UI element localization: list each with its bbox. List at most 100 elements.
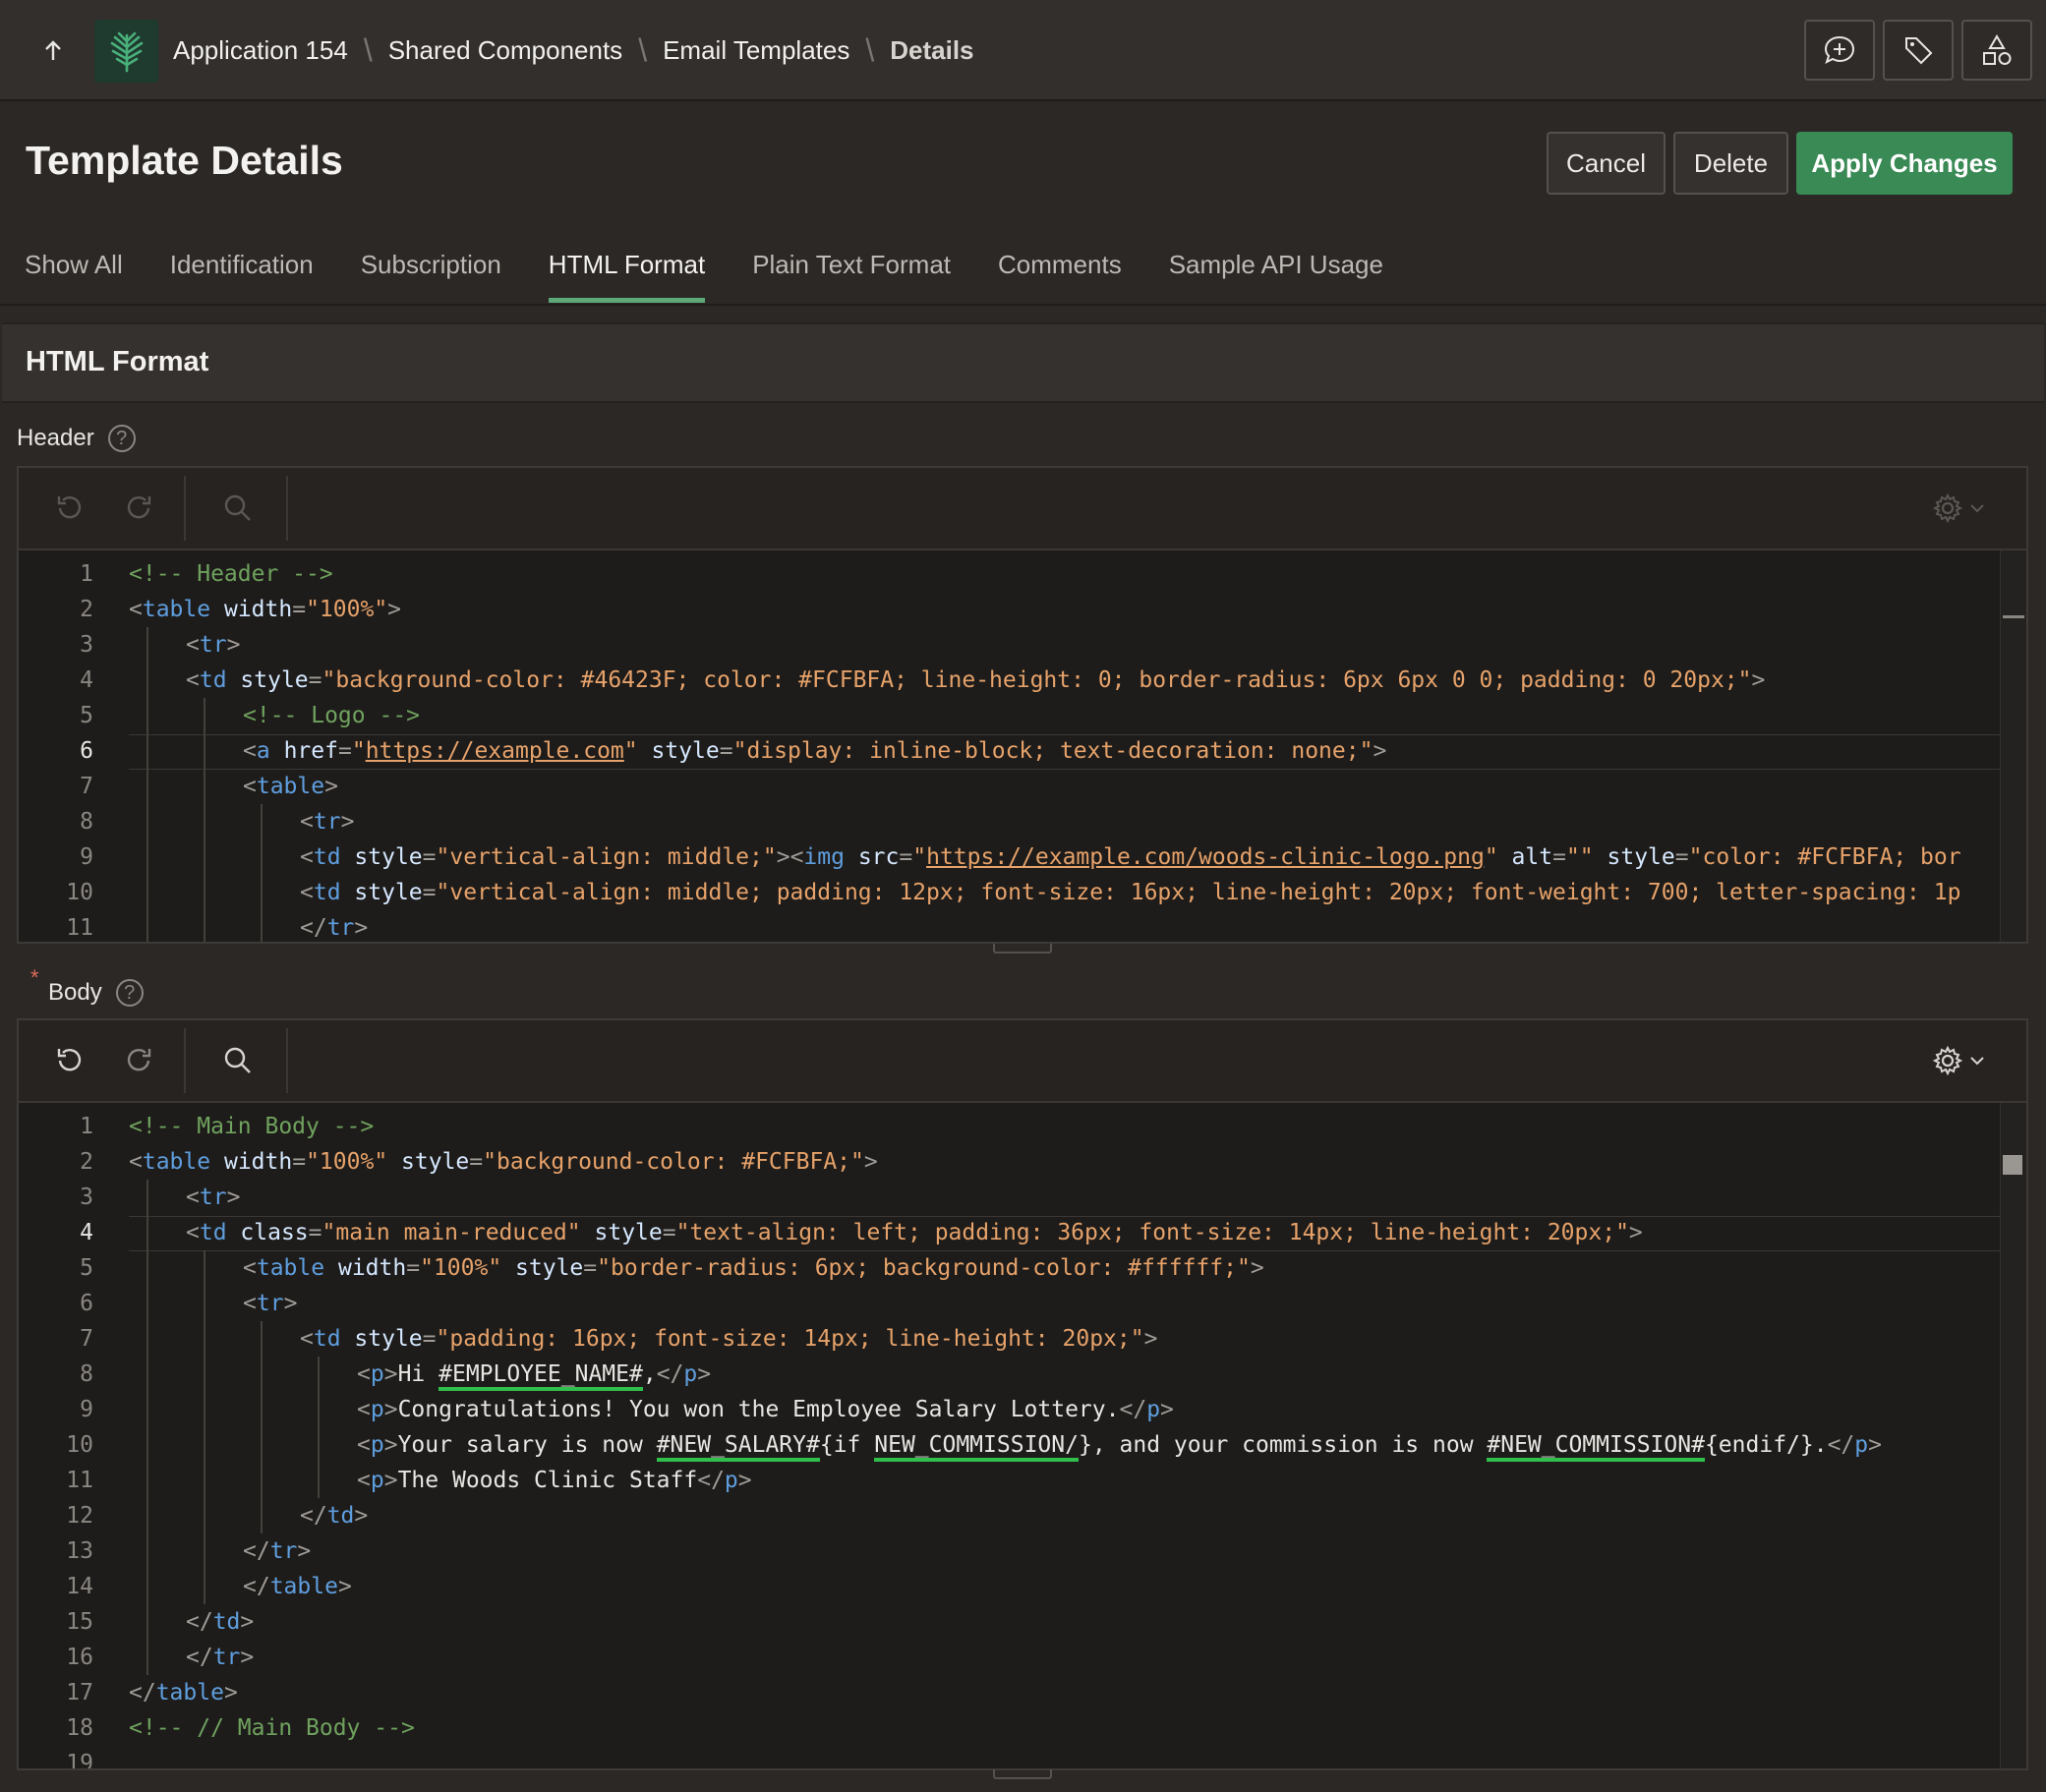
code-text: <a href="https://example.com" style="dis… (243, 733, 1386, 769)
body-code-area[interactable]: 1 <!-- Main Body --> 2 <table width="100%" … (19, 1103, 2001, 1768)
code-token: = (469, 1149, 484, 1175)
scroll-marker (2003, 615, 2024, 618)
code-token: "color: #FCFBFA; bor (1688, 844, 1961, 870)
line-number: 4 (80, 667, 93, 693)
cancel-button[interactable]: Cancel (1547, 132, 1666, 195)
header-editor-resize-handle[interactable] (993, 944, 1052, 954)
code-token: td (199, 667, 227, 693)
code-token: tr (212, 1645, 241, 1670)
line-number: 4 (80, 1220, 93, 1245)
body-editor-scrollbar[interactable] (2000, 1103, 2026, 1768)
code-token: table (155, 1680, 224, 1705)
code-token: td (313, 1326, 341, 1352)
header-editor-scrollbar[interactable] (2000, 550, 2026, 942)
header-search-button[interactable] (215, 486, 261, 531)
comment-button[interactable] (1804, 20, 1875, 81)
top-actions (1804, 20, 2032, 81)
code-token: = (292, 597, 307, 622)
indent-guide (146, 1392, 148, 1427)
code-token: " (351, 738, 366, 764)
breadcrumb-item-shared-components[interactable]: Shared Components (388, 35, 622, 66)
body-undo-button[interactable] (46, 1038, 91, 1083)
indent-guide (204, 1250, 205, 1286)
tab-subscription[interactable]: Subscription (361, 234, 501, 305)
code-token: "background-color: #46423F; color: #FCFB… (322, 667, 1752, 693)
indent-guide (204, 1286, 205, 1321)
code-token: < (186, 1185, 200, 1210)
code-token: class (240, 1220, 309, 1245)
indent-guide (146, 663, 148, 698)
header-undo-button[interactable] (46, 486, 91, 531)
tab-identification[interactable]: Identification (170, 234, 314, 305)
top-bar: Application 154 \ Shared Components \ Em… (0, 0, 2046, 101)
search-icon (224, 1047, 251, 1073)
indent-guide (146, 733, 148, 769)
indent-guide (204, 1533, 205, 1569)
code-token: > (863, 1149, 878, 1175)
code-token: </ (129, 1680, 156, 1705)
code-token: p (370, 1432, 384, 1458)
breadcrumb-item-email-templates[interactable]: Email Templates (663, 35, 849, 66)
scroll-thumb[interactable] (2003, 1155, 2022, 1175)
breadcrumb-separator: \ (865, 32, 875, 68)
header-settings-menu[interactable] (1924, 486, 1993, 531)
tab-comments[interactable]: Comments (998, 234, 1122, 305)
code-token: > (354, 1503, 369, 1529)
header-redo-button[interactable] (117, 486, 162, 531)
indent-guide (261, 839, 263, 875)
code-token: , (642, 1361, 657, 1387)
navigate-up-button[interactable] (29, 29, 77, 73)
code-token: p (683, 1361, 698, 1387)
code-token: "text-align: left; padding: 36px; font-s… (675, 1220, 1629, 1245)
tab-html-format[interactable]: HTML Format (548, 234, 706, 305)
line-number: 6 (80, 738, 93, 764)
code-token: > (1868, 1432, 1882, 1458)
code-token: }, and your commission is now (1078, 1432, 1488, 1458)
indent-guide (204, 733, 205, 769)
code-text: <table width="100%" style="background-co… (129, 1144, 878, 1180)
code-token: > (283, 1291, 298, 1316)
indent-guide (146, 769, 148, 804)
indent-guide (261, 1427, 263, 1463)
code-text: <table width="100%" style="border-radius… (243, 1250, 1264, 1286)
indent-guide (204, 910, 205, 942)
toolbar-separator (184, 1028, 186, 1093)
indent-guide (146, 875, 148, 910)
header-code-editor[interactable]: 1 <!-- Header --> 2 <table width="100%"> 3 <t… (17, 466, 2028, 944)
code-token: > (383, 1432, 398, 1458)
code-token: = (719, 738, 733, 764)
code-token: "padding: 16px; font-size: 14px; line-he… (436, 1326, 1144, 1352)
body-search-button[interactable] (215, 1038, 261, 1083)
tag-button[interactable] (1883, 20, 1954, 81)
code-token: > (240, 1609, 255, 1635)
indent-guide (261, 1321, 263, 1357)
code-token: </ (1119, 1397, 1147, 1422)
breadcrumb-item-application[interactable]: Application 154 (173, 35, 348, 66)
body-redo-button[interactable] (117, 1038, 162, 1083)
header-help-icon[interactable]: ? (107, 425, 136, 452)
code-token: = (308, 1220, 322, 1245)
code-token: p (370, 1397, 384, 1422)
code-token: >< (776, 844, 804, 870)
code-token: < (300, 1326, 314, 1352)
tab-sample-api-usage[interactable]: Sample API Usage (1169, 234, 1383, 305)
delete-button[interactable]: Delete (1673, 132, 1788, 195)
code-text: <tr> (186, 627, 240, 663)
body-code-editor[interactable]: 1 <!-- Main Body --> 2 <table width="100%" … (17, 1018, 2028, 1770)
body-editor-resize-handle[interactable] (993, 1769, 1052, 1779)
substitution-string: #NEW_COMMISSION# (1487, 1432, 1705, 1462)
code-token: > (226, 1185, 241, 1210)
app-logo[interactable] (94, 20, 158, 83)
tab-plain-text-format[interactable]: Plain Text Format (752, 234, 951, 305)
shared-components-button[interactable] (1961, 20, 2032, 81)
code-token: < (300, 844, 314, 870)
body-settings-menu[interactable] (1924, 1038, 1993, 1083)
substitution-string: #EMPLOYEE_NAME# (438, 1361, 643, 1391)
apply-changes-button[interactable]: Apply Changes (1796, 132, 2013, 195)
header-code-area[interactable]: 1 <!-- Header --> 2 <table width="100%"> 3 <t… (19, 550, 2001, 942)
body-help-icon[interactable]: ? (115, 979, 144, 1007)
tab-show-all[interactable]: Show All (25, 234, 123, 305)
code-token: "100%" (420, 1255, 502, 1281)
